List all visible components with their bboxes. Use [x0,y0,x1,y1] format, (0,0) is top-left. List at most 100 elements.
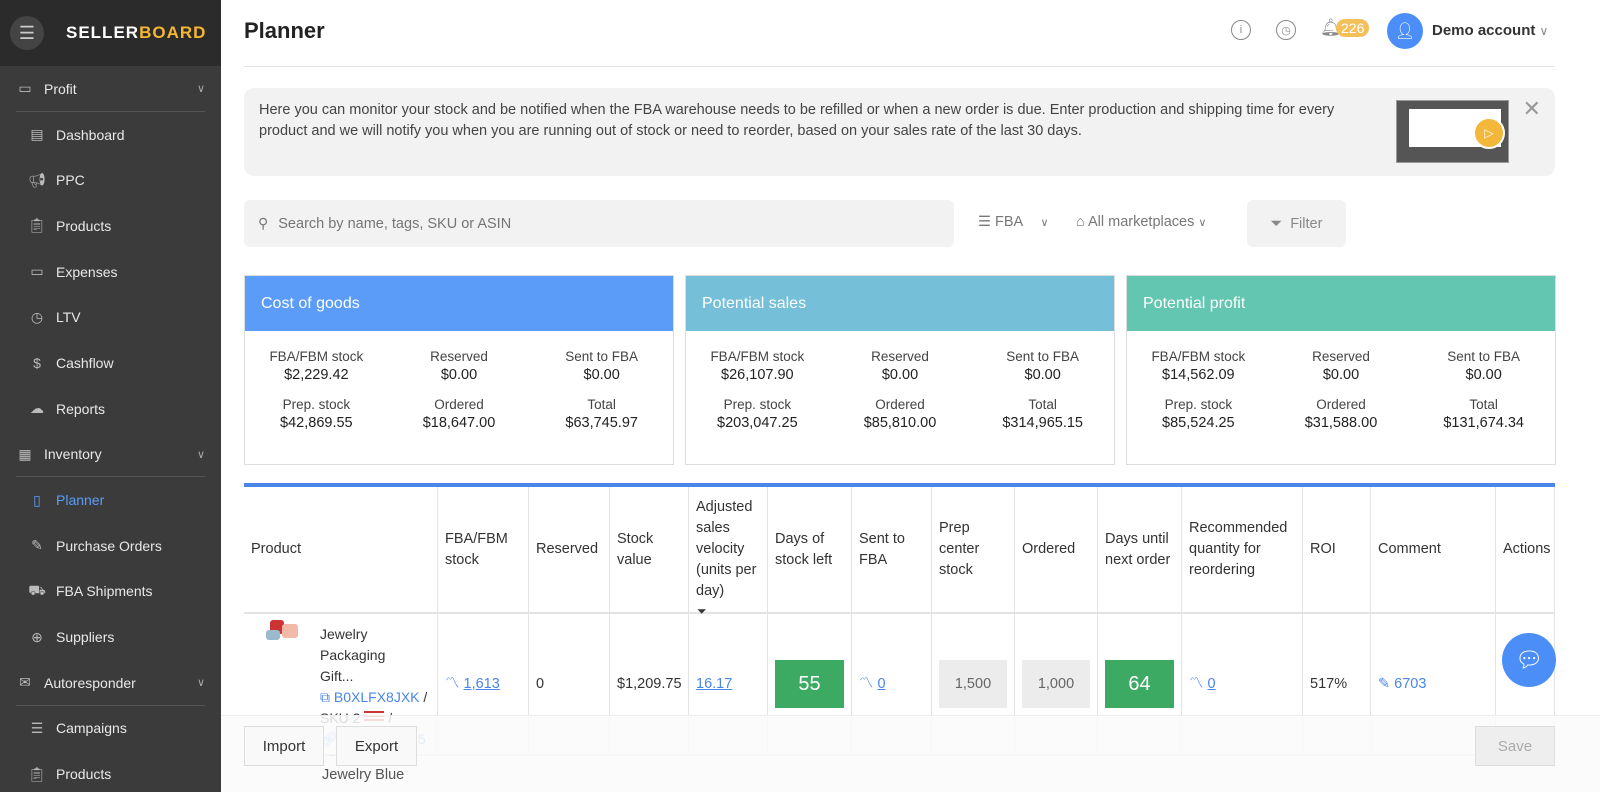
stat-label: Reserved [871,349,929,364]
prep-stock-input[interactable]: 1,500 [939,660,1007,708]
play-icon[interactable]: ▷ [1473,117,1505,149]
pencil-icon[interactable]: ✎ [1378,674,1390,695]
sidebar-item-label: Products [56,766,112,783]
sidebar-item-products[interactable]: 📋︎ Products [0,203,221,249]
close-icon[interactable]: ✕ [1523,96,1541,122]
chevron-down-icon: ∨ [196,677,205,690]
summary-card: Cost of goods FBA/FBM stock $2,229.42 Reser… [244,275,674,465]
column-header[interactable]: Stock value [610,487,689,614]
stat-label: Reserved [1312,349,1370,364]
sidebar-item-ltv[interactable]: ◷ LTV [0,294,221,340]
recommended-link[interactable]: 0 [1208,674,1216,695]
stat: Sent to FBA $0.00 [1412,349,1555,383]
column-header[interactable]: Reserved [529,487,610,614]
chart-icon[interactable]: 〽 [859,674,874,695]
sidebar-item-label: Purchase Orders [56,537,162,554]
stat: Ordered $18,647.00 [388,397,531,431]
stat-value: $0.00 [881,367,919,383]
sidebar-item-autoresponder[interactable]: ✉ Autoresponder ∨ [0,660,221,706]
filter-button[interactable]: ⏷ Filter [1247,200,1346,247]
stat: Reserved $0.00 [829,349,972,383]
ordered-input[interactable]: 1,000 [1022,660,1090,708]
chart-icon[interactable]: 〽 [445,674,460,695]
clipboard-icon: 📋︎ [28,217,46,234]
sidebar-item-suppliers[interactable]: ⊕ Suppliers [0,614,221,660]
header-divider [244,66,1555,67]
sidebar-item-products[interactable]: 📋︎ Products [0,751,221,797]
column-header[interactable]: Actions [1496,487,1555,614]
stat: Prep. stock $42,869.55 [245,397,388,431]
sidebar-item-inventory[interactable]: ▦ Inventory ∨ [0,432,221,478]
stat: Total $63,745.97 [530,397,673,431]
stat-value: $0.00 [1322,367,1360,383]
sidebar-item-dashboard[interactable]: ▤ Dashboard [0,112,221,158]
card-title: Potential sales [686,276,1114,331]
stat-value: $31,588.00 [1304,415,1378,431]
fulfillment-select[interactable]: ☰ FBA ∨ [978,214,1049,230]
sidebar-item-reports[interactable]: ☁ Reports [0,386,221,432]
column-header[interactable]: Recommended quantity for reordering [1182,487,1303,614]
sidebar-item-fba-shipments[interactable]: ⛟ FBA Shipments [0,569,221,615]
search-input[interactable] [278,215,879,232]
column-header[interactable]: ROI [1303,487,1371,614]
megaphone-icon: 📢︎ [28,171,46,188]
column-header[interactable]: Product [244,487,438,614]
column-header[interactable]: Days until next order [1098,487,1182,614]
avatar[interactable]: 👤︎ [1387,13,1423,49]
column-header[interactable]: Adjusted sales velocity (units per day) ⏷ [689,487,768,618]
import-button[interactable]: Import [244,726,324,766]
velocity-link[interactable]: 16.17 [696,674,732,695]
next-row-product[interactable]: Jewelry Blue [322,767,404,784]
history-clock-icon[interactable]: ◷ [1276,20,1296,40]
column-header[interactable]: Comment [1371,487,1496,614]
chart-icon[interactable]: 〽 [1189,674,1204,695]
comment-link[interactable]: 6703 [1394,674,1426,695]
column-header-label: Adjusted sales velocity (units per day) [696,499,757,599]
copy-icon[interactable]: ⧉ [320,689,330,705]
list-icon: ☰ [30,719,44,736]
stat-label: Total [1469,397,1498,412]
column-header[interactable]: Prep center stock [932,487,1015,614]
column-header[interactable]: Days of stock left [768,487,852,614]
stat-label: Prep. stock [1164,397,1233,412]
column-header[interactable]: Sent to FBA [852,487,932,614]
info-icon[interactable]: i [1231,20,1251,40]
product-name[interactable]: Jewelry Packaging Gift... [320,624,420,687]
marketplace-select[interactable]: ⌂ All marketplaces ∨ [1076,214,1206,230]
search-box[interactable]: ⚲ [244,200,954,247]
save-button[interactable]: Save [1475,726,1555,766]
truck-icon: ⛟ [28,581,46,598]
sidebar-item-purchase-orders[interactable]: ✎ Purchase Orders [0,523,221,569]
table-header: Product FBA/FBM stock Reserved Stock value A… [244,487,1555,618]
account-menu[interactable]: Demo account ∨ [1432,22,1548,39]
product-asin[interactable]: B0XLFX8JXK [334,689,420,705]
sidebar-item-label: Suppliers [56,629,115,646]
chevron-down-icon: ∨ [196,448,205,461]
sent-to-fba-link[interactable]: 0 [878,674,886,695]
summary-card: Potential sales FBA/FBM stock $26,107.90 Re… [685,275,1115,465]
summary-card: Potential profit FBA/FBM stock $14,562.09 R… [1126,275,1556,465]
sidebar-item-ppc[interactable]: 📢︎ PPC [0,157,221,203]
sidebar-item-campaigns[interactable]: ☰ Campaigns [0,706,221,752]
stock-value: $1,209.75 [617,675,682,692]
export-button[interactable]: Export [336,726,417,766]
stat: Total $314,965.15 [971,397,1114,431]
column-header[interactable]: Ordered [1015,487,1098,614]
credit-card-icon: ▭ [30,263,44,280]
sidebar-item-label: LTV [56,309,81,326]
stat-value: $0.00 [440,367,478,383]
notification-badge[interactable]: 226 [1336,19,1370,37]
sidebar-item-planner[interactable]: ▯ Planner [0,477,221,523]
home-icon: ⌂ [1076,214,1085,230]
edit-icon: ✎ [31,537,43,554]
video-thumbnail[interactable]: ▷ [1396,100,1509,163]
fba-stock-link[interactable]: 1,613 [464,674,500,695]
chat-icon[interactable]: 💬︎ [1502,633,1556,687]
menu-icon[interactable]: ☰ [10,16,44,50]
sidebar-item-expenses[interactable]: ▭ Expenses [0,249,221,295]
sidebar-item-profit[interactable]: ▭ Profit ∨ [0,66,221,112]
chevron-down-icon: ∨ [196,83,205,96]
column-header[interactable]: FBA/FBM stock [438,487,529,614]
clipboard-icon: 📋︎ [28,765,46,782]
sidebar-item-cashflow[interactable]: $ Cashflow [0,340,221,386]
